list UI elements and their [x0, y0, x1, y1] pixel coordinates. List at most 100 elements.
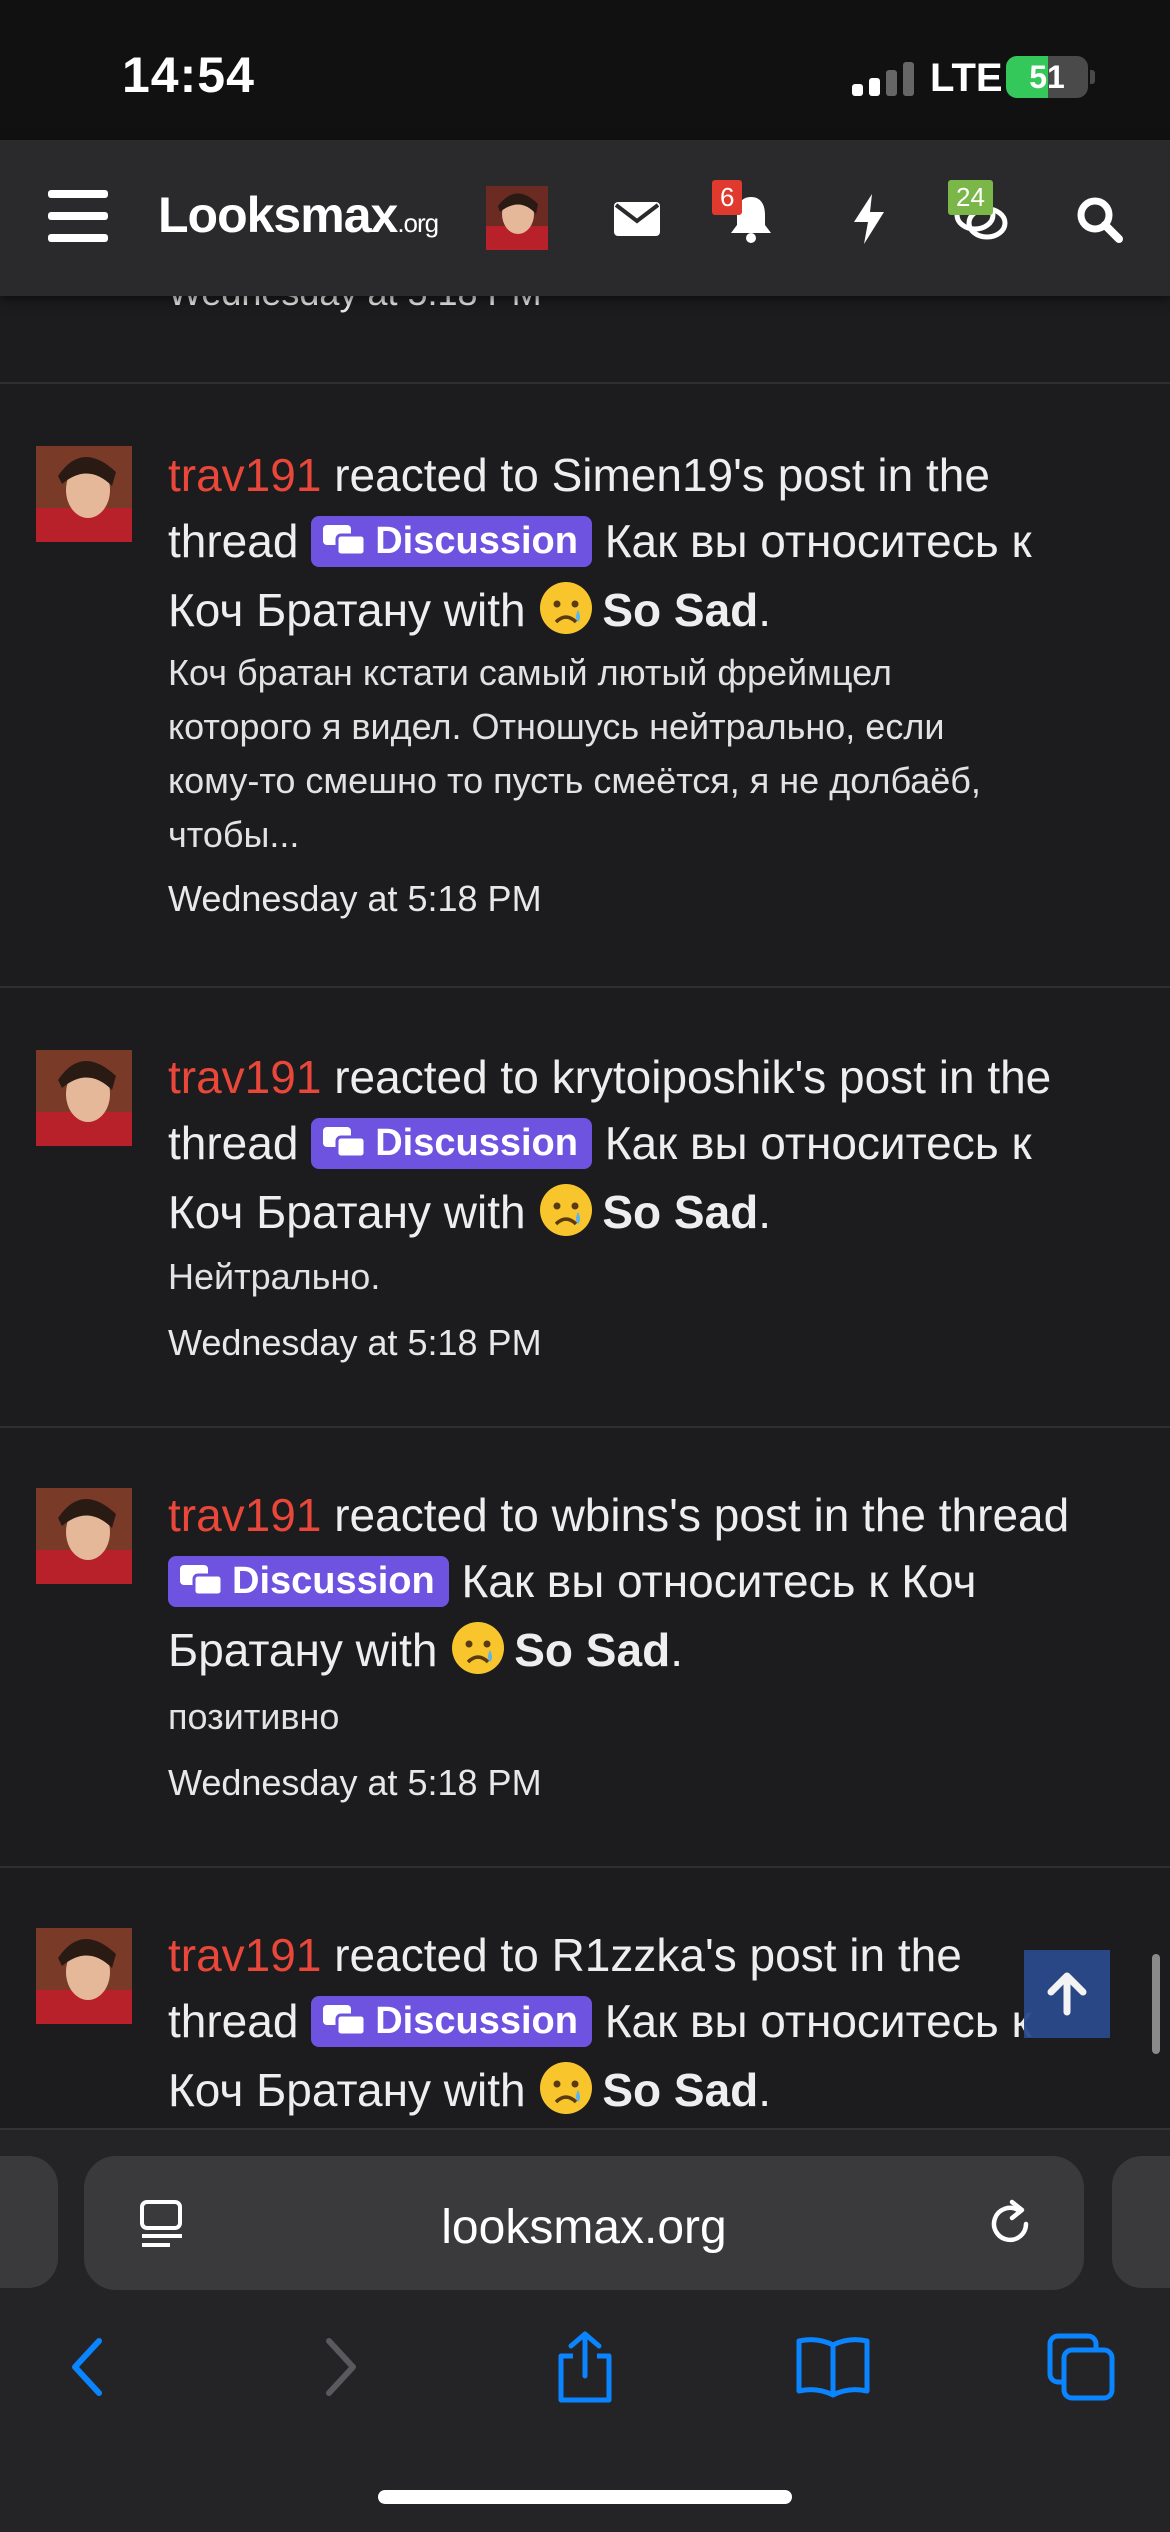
post-snippet: Нейтрально.: [168, 1250, 380, 1304]
tag-label: Discussion: [375, 520, 578, 562]
alert-line-2: Discussion Как вы относитесь к Коч: [168, 1554, 977, 1608]
snippet-line: чтобы...: [168, 814, 300, 855]
avatar[interactable]: [36, 1928, 132, 2024]
sad-emoji-icon: [540, 1184, 593, 1236]
reload-icon[interactable]: [982, 2196, 1038, 2252]
alert-text: thread: [168, 1117, 299, 1169]
thread-title-link[interactable]: Как вы относитесь к: [605, 1995, 1032, 2047]
list-item[interactable]: trav191 reacted to krytoiposhik's post i…: [0, 986, 1170, 1426]
address-bar[interactable]: looksmax.org: [84, 2156, 1084, 2290]
next-tab-preview[interactable]: [1112, 2156, 1170, 2288]
list-item[interactable]: trav191 reacted to wbins's post in the t…: [0, 1426, 1170, 1866]
alert-text: reacted to wbins's post in the thread: [334, 1489, 1070, 1541]
scroll-to-top-button[interactable]: [1024, 1950, 1110, 2038]
alert-text: .: [670, 1624, 683, 1676]
site-header: Looksmax.org 6 24: [0, 140, 1170, 296]
chat-bubble-icon: [323, 1127, 367, 1159]
alert-line-1: trav191 reacted to krytoiposhik's post i…: [168, 1050, 1051, 1104]
share-icon[interactable]: [540, 2322, 630, 2412]
battery-tip: [1090, 70, 1095, 84]
tabs-icon[interactable]: [1036, 2322, 1126, 2412]
site-logo[interactable]: Looksmax.org: [158, 186, 439, 244]
timestamp[interactable]: Wednesday at 5:18 PM: [168, 1762, 542, 1804]
alert-text: reacted to Simen19's post in the: [334, 449, 990, 501]
browser-toolbar: looksmax.org: [0, 2128, 1170, 2532]
thread-title-link[interactable]: Коч Братану with: [168, 584, 526, 636]
thread-title-link[interactable]: Коч Братану with: [168, 1186, 526, 1238]
snippet-line: позитивно: [168, 1696, 340, 1737]
alert-line-3: Коч Братану with So Sad.: [168, 2060, 771, 2117]
network-label: LTE: [930, 56, 1003, 100]
alert-line-2: thread Discussion Как вы относитесь к: [168, 1994, 1032, 2048]
snippet-line: Коч братан кстати самый лютый фреймцел: [168, 652, 892, 693]
chat-bubble-icon: [180, 1565, 224, 1597]
alert-text: thread: [168, 1995, 299, 2047]
signal-icon: [852, 62, 922, 96]
status-time: 14:54: [122, 47, 255, 103]
menu-icon[interactable]: [48, 190, 108, 242]
url-text: looksmax.org: [441, 2201, 727, 2254]
lightning-icon[interactable]: [834, 184, 904, 254]
discussion-tag[interactable]: Discussion: [311, 1996, 592, 2047]
alert-line-3: Коч Братану with So Sad.: [168, 580, 771, 637]
search-icon[interactable]: [1064, 184, 1134, 254]
bookmarks-icon[interactable]: [788, 2322, 878, 2412]
timestamp[interactable]: Wednesday at 5:18 PM: [168, 1322, 542, 1364]
alert-line-2: thread Discussion Как вы относитесь к: [168, 1116, 1032, 1170]
thread-title-link[interactable]: Коч Братану with: [168, 2064, 526, 2116]
alert-text: reacted to R1zzka's post in the: [334, 1929, 962, 1981]
username-link[interactable]: trav191: [168, 449, 321, 501]
reaction-name: So Sad: [602, 584, 759, 636]
scrollbar[interactable]: [1152, 1954, 1160, 2054]
alert-text: .: [758, 1186, 772, 1238]
forward-icon[interactable]: [296, 2322, 386, 2412]
thread-title-link[interactable]: Как вы относитесь к: [605, 515, 1032, 567]
thread-title-link[interactable]: Братану with: [168, 1624, 437, 1676]
battery-icon: 51: [1006, 56, 1088, 98]
post-snippet: позитивно: [168, 1690, 339, 1744]
sad-emoji-icon: [540, 2062, 593, 2114]
previous-tab-preview[interactable]: [0, 2156, 58, 2288]
snippet-line: Нейтрально.: [168, 1256, 381, 1297]
username-link[interactable]: trav191: [168, 1929, 321, 1981]
reaction-name: So Sad: [602, 1186, 759, 1238]
avatar[interactable]: [36, 446, 132, 542]
alert-text: .: [758, 2064, 772, 2116]
alert-text: thread: [168, 515, 299, 567]
alert-text: .: [758, 584, 772, 636]
discussion-tag[interactable]: Discussion: [311, 1118, 592, 1169]
alerts-badge: 6: [712, 180, 743, 215]
discussion-tag[interactable]: Discussion: [168, 1556, 449, 1607]
username-link[interactable]: trav191: [168, 1051, 321, 1103]
arrow-up-icon: [1047, 1972, 1087, 2016]
battery-percent: 51: [1029, 59, 1065, 95]
thread-title-link[interactable]: Как вы относитесь к: [605, 1117, 1032, 1169]
list-item[interactable]: trav191 reacted to R1zzka's post in the …: [0, 1866, 1170, 2128]
snippet-line: кому-то смешно то пусть смеётся, я не до…: [168, 760, 981, 801]
alert-line-1: trav191 reacted to Simen19's post in the: [168, 448, 990, 502]
home-indicator: [378, 2490, 792, 2504]
alert-line-2: thread Discussion Как вы относитесь к: [168, 514, 1032, 568]
username-link[interactable]: trav191: [168, 1489, 321, 1541]
sad-emoji-icon: [540, 582, 593, 634]
reaction-name: So Sad: [602, 2064, 759, 2116]
avatar[interactable]: [36, 1488, 132, 1584]
timestamp[interactable]: Wednesday at 5:18 PM: [168, 878, 542, 920]
alert-text: reacted to krytoiposhik's post in the: [334, 1051, 1052, 1103]
chat-bubble-icon: [323, 2005, 367, 2037]
snippet-line: которого я видел. Отношусь нейтрально, е…: [168, 706, 945, 747]
alert-line-3: Коч Братану with So Sad.: [168, 1182, 771, 1239]
avatar[interactable]: [36, 1050, 132, 1146]
avatar[interactable]: [486, 186, 548, 250]
sad-emoji-icon: [452, 1622, 505, 1674]
mail-icon[interactable]: [602, 184, 672, 254]
discussion-tag[interactable]: Discussion: [311, 516, 592, 567]
conversations-badge: 24: [948, 180, 993, 215]
thread-title-link[interactable]: Как вы относитесь к Коч: [462, 1555, 977, 1607]
back-icon[interactable]: [42, 2322, 132, 2412]
alert-line-1: trav191 reacted to wbins's post in the t…: [168, 1488, 1069, 1542]
alert-line-3: Братану with So Sad.: [168, 1620, 683, 1677]
list-item[interactable]: trav191 reacted to Simen19's post in the…: [0, 382, 1170, 986]
chat-bubble-icon: [323, 525, 367, 557]
tag-label: Discussion: [232, 1560, 435, 1602]
